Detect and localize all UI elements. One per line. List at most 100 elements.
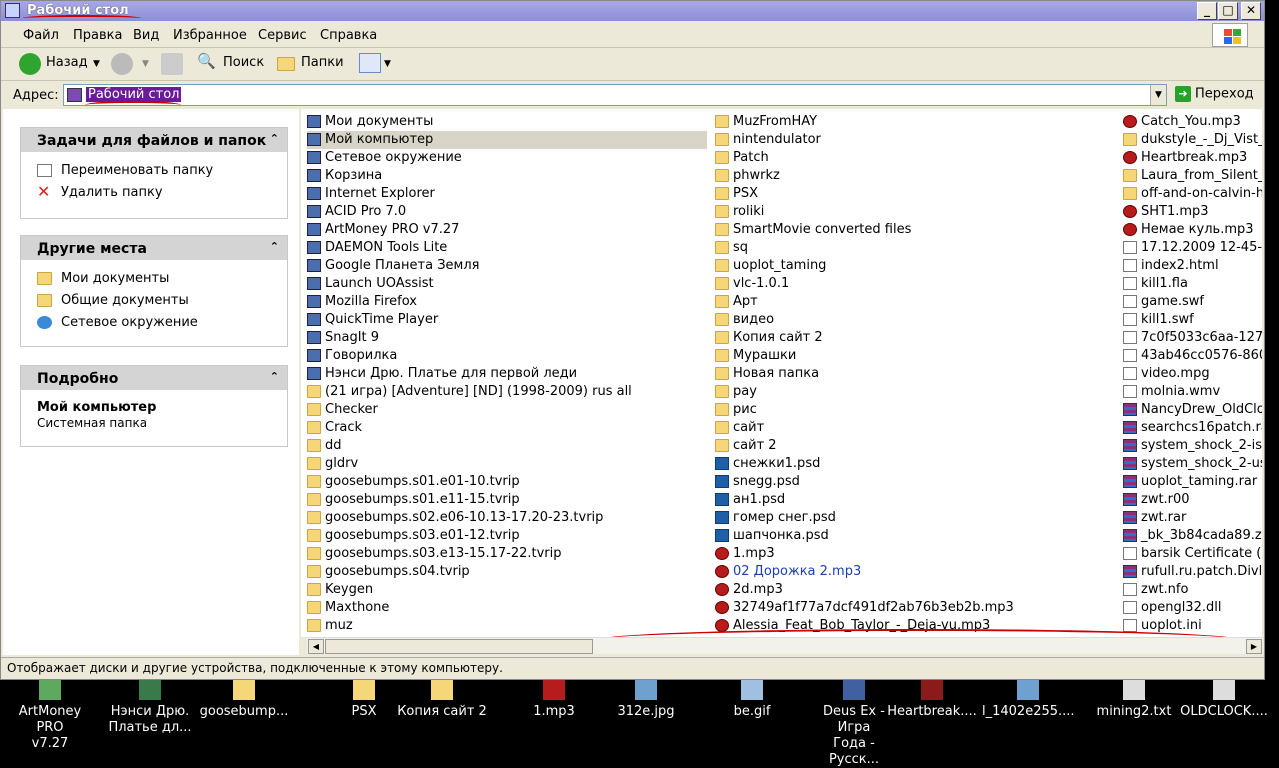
file-item[interactable]: game.swf	[1123, 293, 1262, 311]
file-item[interactable]: searchcs16patch.ra	[1123, 419, 1262, 437]
forward-dropdown-icon[interactable]: ▼	[142, 59, 149, 69]
menu-help[interactable]: Справка	[320, 28, 377, 43]
file-item[interactable]: Laura_from_Silent_H	[1123, 167, 1262, 185]
desktop-shortcut[interactable]: Нэнси Дрю. Платье дл...	[104, 680, 196, 736]
file-item[interactable]: dd	[307, 437, 707, 455]
desktop-shortcut[interactable]: goosebump...	[198, 680, 290, 720]
menu-favorites[interactable]: Избранное	[173, 28, 247, 43]
file-item[interactable]: goosebumps.s03.e01-12.tvrip	[307, 527, 707, 545]
file-item[interactable]: opengl32.dll	[1123, 599, 1262, 617]
file-item[interactable]: видео	[715, 311, 1115, 329]
file-item[interactable]: zwt.rar	[1123, 509, 1262, 527]
file-item[interactable]: SHT1.mp3	[1123, 203, 1262, 221]
maximize-button[interactable]: □	[1218, 2, 1238, 20]
scroll-left-icon[interactable]: ◀	[308, 639, 324, 654]
file-item[interactable]: Crack	[307, 419, 707, 437]
file-item[interactable]: рay	[715, 383, 1115, 401]
views-icon[interactable]	[359, 53, 381, 73]
file-item[interactable]: goosebumps.s03.e13-15.17-22.tvrip	[307, 545, 707, 563]
file-item[interactable]: system_shock_2-iso	[1123, 437, 1262, 455]
back-button[interactable]: Назад	[46, 55, 88, 70]
file-item[interactable]: Heartbreak.mp3	[1123, 149, 1262, 167]
menu-file[interactable]: Файл	[23, 28, 59, 43]
desktop-shortcut[interactable]: Heartbreak....	[886, 680, 978, 720]
file-item[interactable]: Корзина	[307, 167, 707, 185]
file-item[interactable]: nintendulator	[715, 131, 1115, 149]
place-network[interactable]: Сетевое окружение	[21, 312, 287, 334]
file-item[interactable]: 17.12.2009 12-45-2	[1123, 239, 1262, 257]
forward-arrow-icon[interactable]	[111, 53, 133, 75]
desktop-shortcut[interactable]: 1.mp3	[508, 680, 600, 720]
collapse-icon[interactable]: ⌃	[270, 370, 279, 383]
file-item[interactable]: (21 игра) [Adventure] [ND] (1998-2009) r…	[307, 383, 707, 401]
file-item[interactable]: zwt.r00	[1123, 491, 1262, 509]
back-dropdown-icon[interactable]: ▼	[93, 59, 100, 69]
desktop-shortcut[interactable]: ArtMoney PRO v7.27	[4, 680, 96, 752]
collapse-icon[interactable]: ⌃	[270, 132, 279, 145]
back-arrow-icon[interactable]	[19, 53, 41, 75]
file-item[interactable]: Мои документы	[307, 113, 707, 131]
delete-folder-link[interactable]: ✕ Удалить папку	[21, 182, 287, 204]
file-item[interactable]: sq	[715, 239, 1115, 257]
file-item[interactable]: QuickTime Player	[307, 311, 707, 329]
desktop-shortcut[interactable]: mining2.txt	[1088, 680, 1180, 720]
file-item[interactable]: рис	[715, 401, 1115, 419]
place-my-documents[interactable]: Мои документы	[21, 268, 287, 290]
file-item[interactable]: zwt.nfo	[1123, 581, 1262, 599]
file-item[interactable]: goosebumps.s01.e11-15.tvrip	[307, 491, 707, 509]
close-button[interactable]: ✕	[1241, 2, 1261, 20]
file-item[interactable]: dukstyle_-_Dj_Vist_	[1123, 131, 1262, 149]
file-item[interactable]: 02 Дорожка 2.mp3	[715, 563, 1115, 581]
file-item[interactable]: index2.html	[1123, 257, 1262, 275]
other-places-header[interactable]: Другие места ⌃	[21, 236, 287, 260]
file-item[interactable]: goosebumps.s04.tvrip	[307, 563, 707, 581]
file-item[interactable]: DAEMON Tools Lite	[307, 239, 707, 257]
file-item[interactable]: Mozilla Firefox	[307, 293, 707, 311]
desktop-shortcut[interactable]: be.gif	[706, 680, 798, 720]
place-shared-documents[interactable]: Общие документы	[21, 290, 287, 312]
file-item[interactable]: vlc-1.0.1	[715, 275, 1115, 293]
file-item[interactable]: 2d.mp3	[715, 581, 1115, 599]
address-dropdown-icon[interactable]: ▼	[1150, 85, 1166, 105]
file-item[interactable]: Немае куль.mp3	[1123, 221, 1262, 239]
go-button[interactable]: ➜ Переход	[1175, 86, 1254, 102]
folders-button[interactable]: Папки	[301, 55, 344, 70]
file-item[interactable]: 43ab46cc0576-860	[1123, 347, 1262, 365]
details-header[interactable]: Подробно ⌃	[21, 366, 287, 390]
search-button[interactable]: Поиск	[223, 55, 264, 70]
file-item[interactable]: SmartMovie converted files	[715, 221, 1115, 239]
file-item[interactable]: снежки1.psd	[715, 455, 1115, 473]
desktop-shortcut[interactable]: l_1402e255....	[982, 680, 1075, 720]
scroll-right-icon[interactable]: ▶	[1246, 639, 1262, 654]
file-item[interactable]: system_shock_2-us	[1123, 455, 1262, 473]
file-item[interactable]: сайт	[715, 419, 1115, 437]
scroll-thumb[interactable]	[325, 639, 593, 654]
file-item[interactable]: Новая папка	[715, 365, 1115, 383]
file-item[interactable]: Арт	[715, 293, 1115, 311]
file-item[interactable]: rufull.ru.patch.Divlo	[1123, 563, 1262, 581]
horizontal-scrollbar[interactable]: ◀ ▶	[307, 637, 1263, 654]
file-item[interactable]: uoplot_taming	[715, 257, 1115, 275]
menu-view[interactable]: Вид	[133, 28, 159, 43]
file-item[interactable]: snegg.psd	[715, 473, 1115, 491]
menu-edit[interactable]: Правка	[73, 28, 122, 43]
file-item[interactable]: гомер снег.psd	[715, 509, 1115, 527]
file-item[interactable]: 7c0f5033c6aa-1275	[1123, 329, 1262, 347]
file-item[interactable]: roliki	[715, 203, 1115, 221]
desktop-shortcut[interactable]: OLDCLOCK....	[1178, 680, 1270, 720]
file-item[interactable]: kill1.fla	[1123, 275, 1262, 293]
file-item[interactable]: 32749af1f77a7dcf491df2ab76b3eb2b.mp3	[715, 599, 1115, 617]
file-item[interactable]: goosebumps.s02.e06-10.13-17.20-23.tvrip	[307, 509, 707, 527]
desktop-shortcut[interactable]: Копия сайт 2	[396, 680, 488, 720]
rename-folder-link[interactable]: Переименовать папку	[21, 160, 287, 182]
tasks-header[interactable]: Задачи для файлов и папок ⌃	[21, 128, 287, 152]
file-item[interactable]: Internet Explorer	[307, 185, 707, 203]
file-item[interactable]: Нэнси Дрю. Платье для первой леди	[307, 365, 707, 383]
file-item[interactable]: goosebumps.s01.e01-10.tvrip	[307, 473, 707, 491]
file-item[interactable]: Копия сайт 2	[715, 329, 1115, 347]
file-item[interactable]: phwrkz	[715, 167, 1115, 185]
file-item[interactable]: Checker	[307, 401, 707, 419]
file-item[interactable]: molnia.wmv	[1123, 383, 1262, 401]
file-item[interactable]: video.mpg	[1123, 365, 1262, 383]
file-item[interactable]: Patch	[715, 149, 1115, 167]
